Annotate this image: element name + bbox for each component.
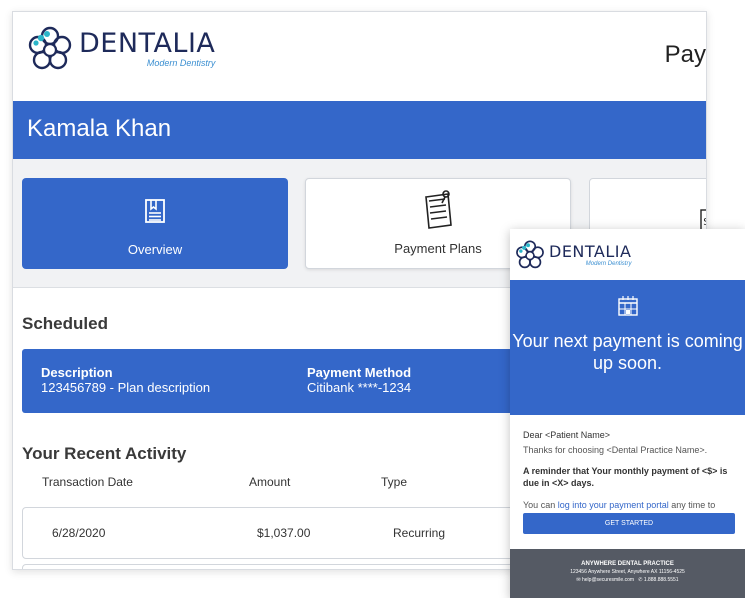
brand-tagline: Modern Dentistry xyxy=(146,58,216,68)
calendar-icon xyxy=(617,296,638,316)
footer-contact: ✉ help@securesmile.com ✆ 1.888.888.5551 xyxy=(510,577,745,583)
email-thanks: Thanks for choosing <Dental Practice Nam… xyxy=(523,445,708,455)
footer-practice-name: ANYWHERE DENTAL PRACTICE xyxy=(581,561,674,567)
table-row[interactable]: 6/28/2020 $1,037.00 Recurring xyxy=(22,507,542,559)
document-icon xyxy=(145,199,165,223)
footer-email[interactable]: help@securesmile.com xyxy=(582,577,634,583)
table-row[interactable] xyxy=(22,564,542,569)
description-value: 123456789 - Plan description xyxy=(41,380,211,395)
tab-overview[interactable]: Overview xyxy=(22,178,288,269)
portal-prefix: You can xyxy=(523,500,558,510)
email-brand-name: DENTALIA xyxy=(549,242,632,261)
payment-plan-icon xyxy=(425,190,452,229)
email-brand-tagline: Modern Dentistry xyxy=(585,261,632,267)
patient-name-bar: Kamala Khan xyxy=(13,101,706,159)
payment-method-header: Payment Method xyxy=(307,365,412,380)
flower-logo-icon xyxy=(28,26,72,70)
footer-address: 123456 Anywhere Street, Anywhere AX 1115… xyxy=(570,569,685,575)
portal-header: DENTALIA Modern Dentistry Pay xyxy=(13,12,706,101)
column-amount: Amount xyxy=(249,475,291,489)
description-header: Description xyxy=(41,365,113,380)
dentalia-logo[interactable]: DENTALIA Modern Dentistry xyxy=(27,26,215,72)
column-type: Type xyxy=(381,475,408,489)
get-started-button[interactable]: GET STARTED xyxy=(523,513,735,534)
email-header: DENTALIA Modern Dentistry xyxy=(510,229,745,280)
email-footer: ANYWHERE DENTAL PRACTICE 123456 Anywhere… xyxy=(510,549,745,598)
email-greeting: Dear <Patient Name> xyxy=(523,430,611,440)
patient-name: Kamala Khan xyxy=(27,115,172,142)
recent-activity-title: Your Recent Activity xyxy=(22,444,187,463)
portal-link[interactable]: log into your payment portal xyxy=(558,500,669,510)
row-amount: $1,037.00 xyxy=(257,526,311,540)
payment-reminder-email: DENTALIA Modern Dentistry Your next paym… xyxy=(510,229,745,598)
scheduled-payment-method: Payment Method Citibank ****-1234 xyxy=(307,365,411,395)
scheduled-title: Scheduled xyxy=(22,314,108,333)
svg-text:$: $ xyxy=(703,215,707,228)
payment-method-value: Citibank ****-1234 xyxy=(307,380,412,395)
email-reminder: A reminder that Your monthly payment of … xyxy=(523,466,728,488)
scheduled-description: Description 123456789 - Plan description xyxy=(41,365,210,395)
tab-overview-label: Overview xyxy=(127,242,183,257)
email-headline: Your next payment is coming up soon. xyxy=(512,331,743,373)
footer-phone[interactable]: 1.888.888.5551 xyxy=(644,577,679,583)
column-transaction-date: Transaction Date xyxy=(42,475,133,489)
email-hero: Your next payment is coming up soon. xyxy=(510,280,745,415)
brand-name: DENTALIA xyxy=(79,28,216,59)
row-type: Recurring xyxy=(393,526,446,540)
header-title: Pay xyxy=(664,41,706,68)
email-dentalia-logo: DENTALIA Modern Dentistry xyxy=(515,240,631,270)
flower-logo-icon xyxy=(516,240,544,269)
row-date: 6/28/2020 xyxy=(52,526,106,540)
scheduled-payment-card[interactable]: Description 123456789 - Plan description… xyxy=(22,349,542,413)
